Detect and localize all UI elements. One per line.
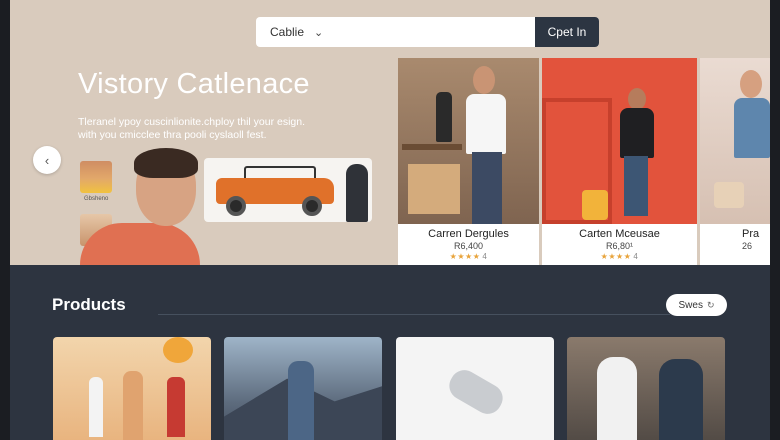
section-divider — [158, 314, 670, 315]
product-name: Carren Dergules — [428, 228, 509, 240]
product-grid-card[interactable] — [567, 337, 725, 440]
chevron-left-icon: ‹ — [44, 152, 50, 168]
product-price: R6,80¹ — [605, 241, 633, 251]
product-name: Pra — [742, 228, 760, 240]
product-price: R6,400 — [453, 241, 484, 251]
product-image — [700, 58, 770, 224]
hero-subtitle: Tleranel ypoy cuscinlionite.chploy thil … — [78, 116, 306, 141]
rating-count: 4 — [482, 252, 488, 261]
product-rating: ★★★★ 4 — [398, 252, 539, 261]
product-image — [398, 58, 539, 224]
featured-product-card[interactable]: Carten Mceusae R6,80¹ ★★★★ 4 — [542, 58, 697, 265]
sort-button[interactable]: Swes ↻ — [666, 294, 727, 316]
star-rating-icon: ★★★★ — [600, 252, 632, 261]
chevron-down-icon: ⌄ — [314, 26, 324, 39]
category-select[interactable]: Cablie ⌄ — [256, 17, 323, 47]
star-rating-icon: ★★★★ — [449, 252, 481, 261]
product-grid-card[interactable] — [53, 337, 211, 440]
product-price: 26 — [742, 241, 753, 251]
search-bar: Cablie ⌄ Cpet In — [256, 17, 599, 47]
hero-title: Vistory Catlenace — [78, 68, 310, 100]
product-image — [542, 58, 697, 224]
product-name: Carten Mceusae — [579, 228, 660, 240]
sort-label: Swes — [678, 299, 703, 311]
product-grid-card[interactable] — [396, 337, 554, 440]
featured-product-card[interactable]: Pra 26 — [700, 58, 770, 265]
hero-car-image[interactable] — [204, 158, 372, 222]
app-frame: Cablie ⌄ Cpet In Vistory Catlenace Tlera… — [10, 0, 770, 440]
featured-product-card[interactable]: Carren Dergules R6,400 ★★★★ 4 — [398, 58, 539, 265]
rating-count: 4 — [633, 252, 639, 261]
category-select-value: Cablie — [270, 25, 305, 39]
sort-icon: ↻ — [706, 299, 715, 310]
carousel-prev-button[interactable]: ‹ — [33, 146, 61, 174]
product-rating: ★★★★ 4 — [542, 252, 697, 261]
hero-model-image — [80, 148, 200, 265]
product-grid-card[interactable] — [224, 337, 382, 440]
products-heading: Products — [52, 295, 126, 314]
search-button[interactable]: Cpet In — [535, 17, 599, 47]
